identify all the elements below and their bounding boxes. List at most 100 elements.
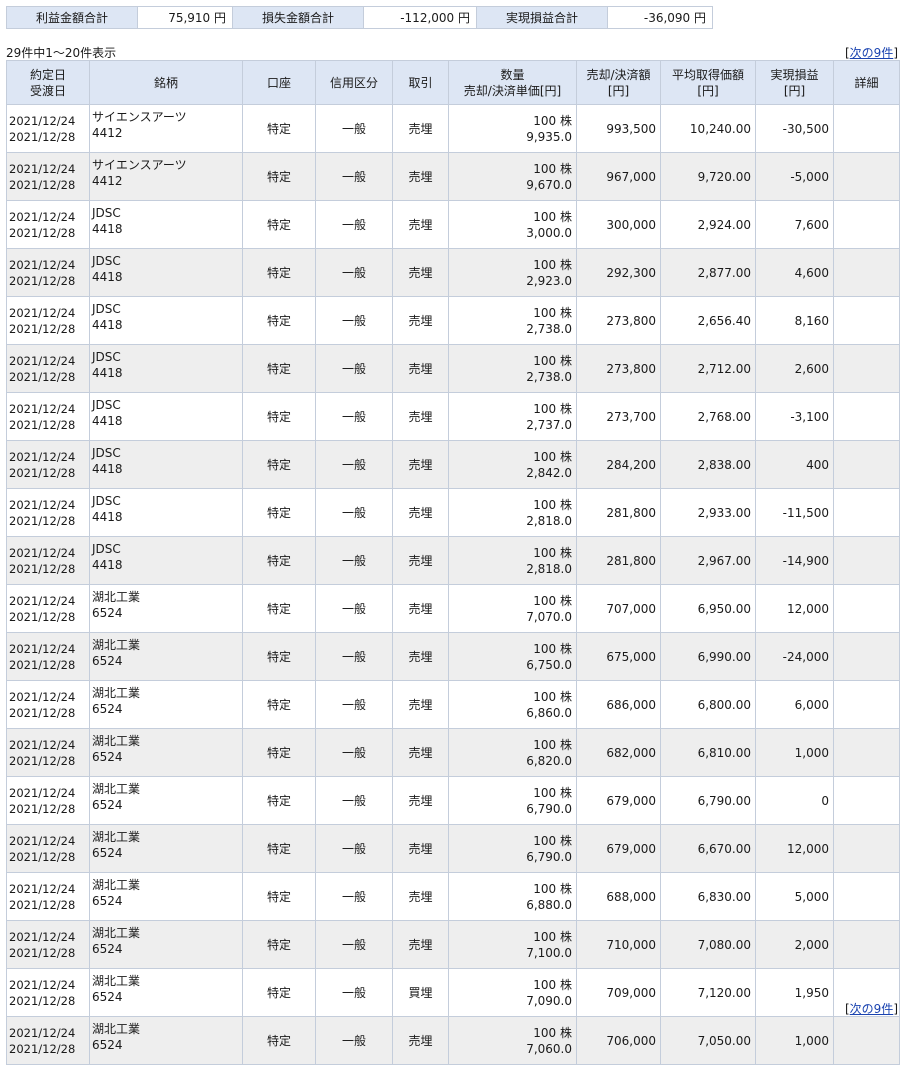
settle-price: 7,100.0: [526, 945, 572, 960]
stock-cell: 湖北工業 6524: [89, 680, 243, 729]
settle-amount: 686,000: [576, 680, 661, 729]
trade-type: 売埋: [392, 200, 449, 249]
detail-cell: [833, 392, 900, 441]
account-type: 特定: [242, 968, 316, 1017]
settle-date: 2021/12/28: [9, 273, 76, 288]
stock-code: 6524: [92, 606, 123, 620]
credit-type: 一般: [315, 632, 393, 681]
table-row: 2021/12/24 2021/12/28 JDSC 4418 特定 一般 売埋 100 株2…: [6, 536, 900, 585]
account-type: 特定: [242, 920, 316, 969]
realized-pl: -3,100: [755, 392, 834, 441]
quantity: 100 株: [533, 401, 572, 416]
avg-cost: 7,080.00: [660, 920, 756, 969]
detail-cell: [833, 872, 900, 921]
account-type: 特定: [242, 584, 316, 633]
next-page-link[interactable]: 次の9件: [850, 1002, 894, 1016]
settle-date: 2021/12/28: [9, 129, 76, 144]
date-cell: 2021/12/24 2021/12/28: [6, 296, 90, 345]
summary-bar: 利益金額合計 75,910 円 損失金額合計 -112,000 円 実現損益合計…: [6, 6, 713, 29]
avg-cost: 6,670.00: [660, 824, 756, 873]
account-type: 特定: [242, 296, 316, 345]
settle-amount: 688,000: [576, 872, 661, 921]
trade-date: 2021/12/24: [9, 401, 76, 416]
date-cell: 2021/12/24 2021/12/28: [6, 776, 90, 825]
settle-price: 3,000.0: [526, 225, 572, 240]
credit-type: 一般: [315, 824, 393, 873]
detail-cell: [833, 152, 900, 201]
avg-cost: 2,967.00: [660, 536, 756, 585]
qty-price-cell: 100 株 9,670.0: [448, 152, 577, 201]
date-cell: 2021/12/24 2021/12/28: [6, 968, 90, 1017]
stock-cell: 湖北工業 6524: [89, 872, 243, 921]
settle-price: 7,060.0: [526, 1041, 572, 1056]
avg-cost: 6,790.00: [660, 776, 756, 825]
table-row: 2021/12/24 2021/12/28 JDSC 4418 特定 一般 売埋 100 株2…: [6, 488, 900, 537]
realized-pl: 6,000: [755, 680, 834, 729]
credit-type: 一般: [315, 440, 393, 489]
trade-date: 2021/12/24: [9, 545, 76, 560]
stock-cell: サイエンスアーツ 4412: [89, 152, 243, 201]
trade-date: 2021/12/24: [9, 785, 76, 800]
settle-price: 2,923.0: [526, 273, 572, 288]
stock-name: 湖北工業: [92, 686, 141, 700]
quantity: 100 株: [533, 689, 572, 704]
stock-code: 6524: [92, 894, 123, 908]
settle-price: 6,790.0: [526, 801, 572, 816]
settle-amount: 679,000: [576, 824, 661, 873]
trade-type: 売埋: [392, 584, 449, 633]
stock-name: JDSC: [92, 446, 121, 460]
settle-date: 2021/12/28: [9, 465, 76, 480]
credit-type: 一般: [315, 200, 393, 249]
stock-code: 4418: [92, 510, 123, 524]
settle-amount: 709,000: [576, 968, 661, 1017]
stock-code: 6524: [92, 1038, 123, 1052]
settle-price: 7,070.0: [526, 609, 572, 624]
trade-date: 2021/12/24: [9, 353, 76, 368]
avg-cost: 10,240.00: [660, 104, 756, 153]
detail-cell: [833, 680, 900, 729]
date-cell: 2021/12/24 2021/12/28: [6, 584, 90, 633]
settle-date: 2021/12/28: [9, 705, 76, 720]
stock-cell: JDSC 4418: [89, 296, 243, 345]
table-row: 2021/12/24 2021/12/28 湖北工業 6524 特定 一般 売埋 100 株7…: [6, 584, 900, 633]
account-type: 特定: [242, 680, 316, 729]
realized-pl: -11,500: [755, 488, 834, 537]
result-count: 29件中1〜20件表示: [6, 46, 117, 60]
header-trade: 取引: [392, 60, 449, 105]
qty-price-cell: 100 株 6,860.0: [448, 680, 577, 729]
settle-amount: 273,700: [576, 392, 661, 441]
account-type: 特定: [242, 248, 316, 297]
qty-price-cell: 100 株 2,818.0: [448, 536, 577, 585]
trade-type: 売埋: [392, 152, 449, 201]
stock-name: 湖北工業: [92, 926, 141, 940]
avg-cost: 2,656.40: [660, 296, 756, 345]
account-type: 特定: [242, 632, 316, 681]
next-page-link[interactable]: 次の9件: [850, 46, 894, 60]
trade-type: 売埋: [392, 248, 449, 297]
stock-code: 6524: [92, 702, 123, 716]
qty-price-cell: 100 株 2,923.0: [448, 248, 577, 297]
avg-cost: 6,830.00: [660, 872, 756, 921]
stock-code: 4418: [92, 462, 123, 476]
header-avg-cost-unit: [円]: [697, 83, 719, 98]
settle-amount: 300,000: [576, 200, 661, 249]
account-type: 特定: [242, 392, 316, 441]
stock-name: サイエンスアーツ: [92, 110, 187, 124]
settle-amount: 281,800: [576, 488, 661, 537]
stock-name: JDSC: [92, 254, 121, 268]
table-row: 2021/12/24 2021/12/28 JDSC 4418 特定 一般 売埋 100 株2…: [6, 392, 900, 441]
settle-date: 2021/12/28: [9, 993, 76, 1008]
avg-cost: 2,933.00: [660, 488, 756, 537]
trade-type: 売埋: [392, 296, 449, 345]
realized-pl: -14,900: [755, 536, 834, 585]
table-row: 2021/12/24 2021/12/28 湖北工業 6524 特定 一般 売埋 100 株6…: [6, 776, 900, 825]
stock-cell: 湖北工業 6524: [89, 728, 243, 777]
stock-code: 4412: [92, 174, 123, 188]
stock-code: 4418: [92, 366, 123, 380]
stock-code: 4418: [92, 414, 123, 428]
trade-date: 2021/12/24: [9, 305, 76, 320]
header-qty: 数量: [500, 67, 525, 82]
stock-name: 湖北工業: [92, 830, 141, 844]
table-row: 2021/12/24 2021/12/28 JDSC 4418 特定 一般 売埋 100 株3…: [6, 200, 900, 249]
date-cell: 2021/12/24 2021/12/28: [6, 200, 90, 249]
